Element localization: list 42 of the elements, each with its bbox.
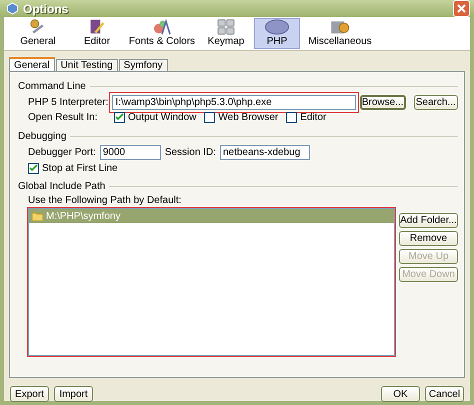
category-button[interactable]: Keymap (200, 18, 252, 49)
checkbox[interactable] (204, 112, 216, 123)
section-title: Global Include Path (18, 181, 106, 192)
checkbox[interactable] (28, 163, 39, 174)
close-icon (457, 4, 466, 13)
window-title: Options (23, 2, 70, 16)
checkbox-label: Output Window (128, 112, 196, 123)
field-label: Debugger Port: (28, 147, 96, 158)
list-label: Use the Following Path by Default: (28, 195, 182, 206)
category-button[interactable]: Fonts & Colors (126, 18, 198, 49)
checkbox-label: Web Browser (218, 112, 278, 123)
list-button[interactable]: Remove (399, 231, 458, 246)
path-button[interactable]: Browse... (360, 95, 406, 110)
interpreter-field[interactable]: I:\wamp3\bin\php\php5.3.0\php.exe (112, 95, 356, 110)
tab[interactable]: General (9, 57, 55, 71)
path-button[interactable]: Search... (414, 95, 458, 110)
category-button[interactable]: General (8, 18, 68, 49)
port-field[interactable]: 9000 (100, 145, 161, 160)
section-title: Command Line (18, 81, 86, 92)
category-button[interactable]: Editor (70, 18, 124, 49)
field-label: Open Result In: (28, 112, 98, 123)
app-icon (6, 2, 19, 15)
field-label: PHP 5 Interpreter: (28, 97, 108, 108)
category-button[interactable]: Miscellaneous (302, 18, 378, 49)
list-button[interactable]: Add Folder... (399, 213, 458, 228)
section-title: Debugging (18, 131, 66, 142)
folder-icon (32, 212, 43, 220)
footer-button[interactable]: Export (10, 386, 49, 402)
checkbox[interactable] (286, 112, 298, 123)
session-field[interactable]: netbeans-xdebug (220, 145, 310, 160)
checkbox[interactable] (114, 112, 125, 123)
footer-button[interactable]: Import (54, 386, 93, 402)
category-button[interactable]: PHP (254, 18, 300, 49)
checkbox-label: Editor (300, 112, 326, 123)
php-logo-icon (263, 19, 291, 35)
field-label: Session ID: (164, 147, 216, 158)
tab[interactable]: Unit Testing (56, 59, 118, 71)
footer-button[interactable]: OK (381, 386, 420, 402)
close-button[interactable] (453, 0, 470, 17)
tab[interactable]: Symfony (118, 59, 168, 71)
footer-button[interactable]: Cancel (425, 386, 464, 402)
checkbox-label: Stop at First Line (42, 163, 118, 174)
